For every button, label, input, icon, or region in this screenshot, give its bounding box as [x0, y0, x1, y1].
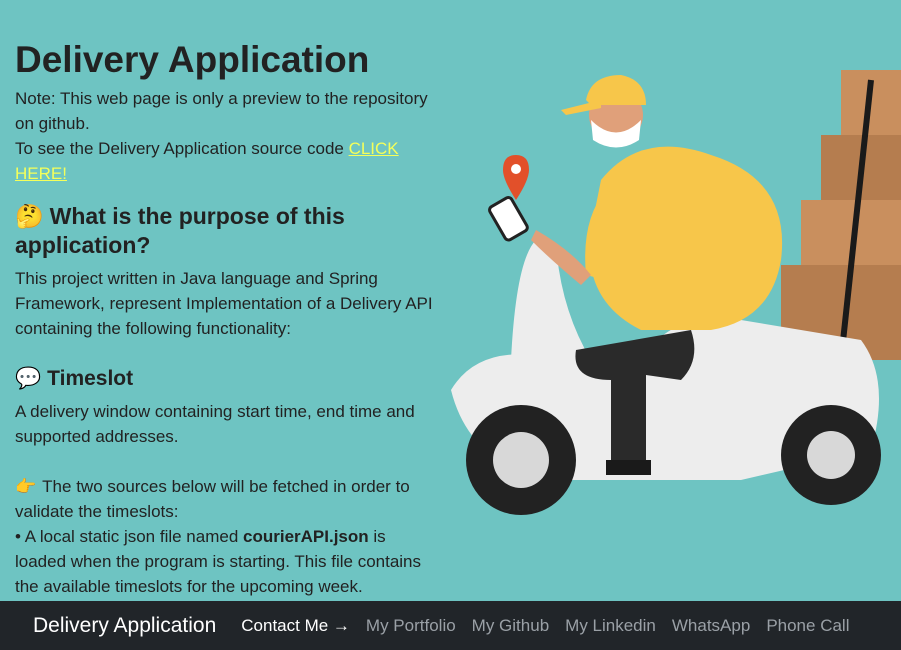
- purpose-heading-text: What is the purpose of this application?: [15, 203, 345, 259]
- sources-text-body: The two sources below will be fetched in…: [15, 477, 410, 522]
- timeslot-heading-text: Timeslot: [47, 367, 134, 391]
- location-pin-icon: [503, 155, 529, 200]
- nav-my-portfolio[interactable]: My Portfolio: [366, 616, 456, 636]
- navbar-brand[interactable]: Delivery Application: [33, 614, 216, 638]
- bullet-prefix: • A local static json file named: [15, 527, 244, 547]
- sources-text: 👉 The two sources below will be fetched i…: [15, 474, 435, 599]
- bottom-navbar: Delivery Application Contact Me → My Por…: [0, 601, 901, 650]
- timeslot-text: A delivery window containing start time,…: [15, 402, 415, 447]
- delivery-scooter-illustration: [451, 70, 901, 515]
- speech-bubble-icon: 💬: [15, 367, 42, 391]
- note-text: Note: This web page is only a preview to…: [15, 86, 435, 186]
- nav-my-linkedin[interactable]: My Linkedin: [565, 616, 656, 636]
- purpose-heading: 🤔 What is the purpose of this application…: [15, 202, 435, 260]
- note-line2: To see the Delivery Application source c…: [15, 139, 349, 159]
- bullet-filename: courierAPI.json: [243, 527, 369, 547]
- nav-my-github[interactable]: My Github: [472, 616, 549, 636]
- main-content: Delivery Application Note: This web page…: [15, 38, 435, 599]
- purpose-text: This project written in Java language an…: [15, 269, 433, 339]
- pointing-hand-icon: 👉: [15, 477, 37, 497]
- nav-contact-me[interactable]: Contact Me →: [241, 616, 350, 636]
- note-line1: Note: This web page is only a preview to…: [15, 89, 428, 134]
- timeslot-heading: 💬 Timeslot: [15, 365, 435, 393]
- page-title: Delivery Application: [15, 39, 370, 80]
- nav-whatsapp[interactable]: WhatsApp: [672, 616, 750, 636]
- thinking-face-icon: 🤔: [15, 203, 44, 230]
- nav-phone-call[interactable]: Phone Call: [766, 616, 849, 636]
